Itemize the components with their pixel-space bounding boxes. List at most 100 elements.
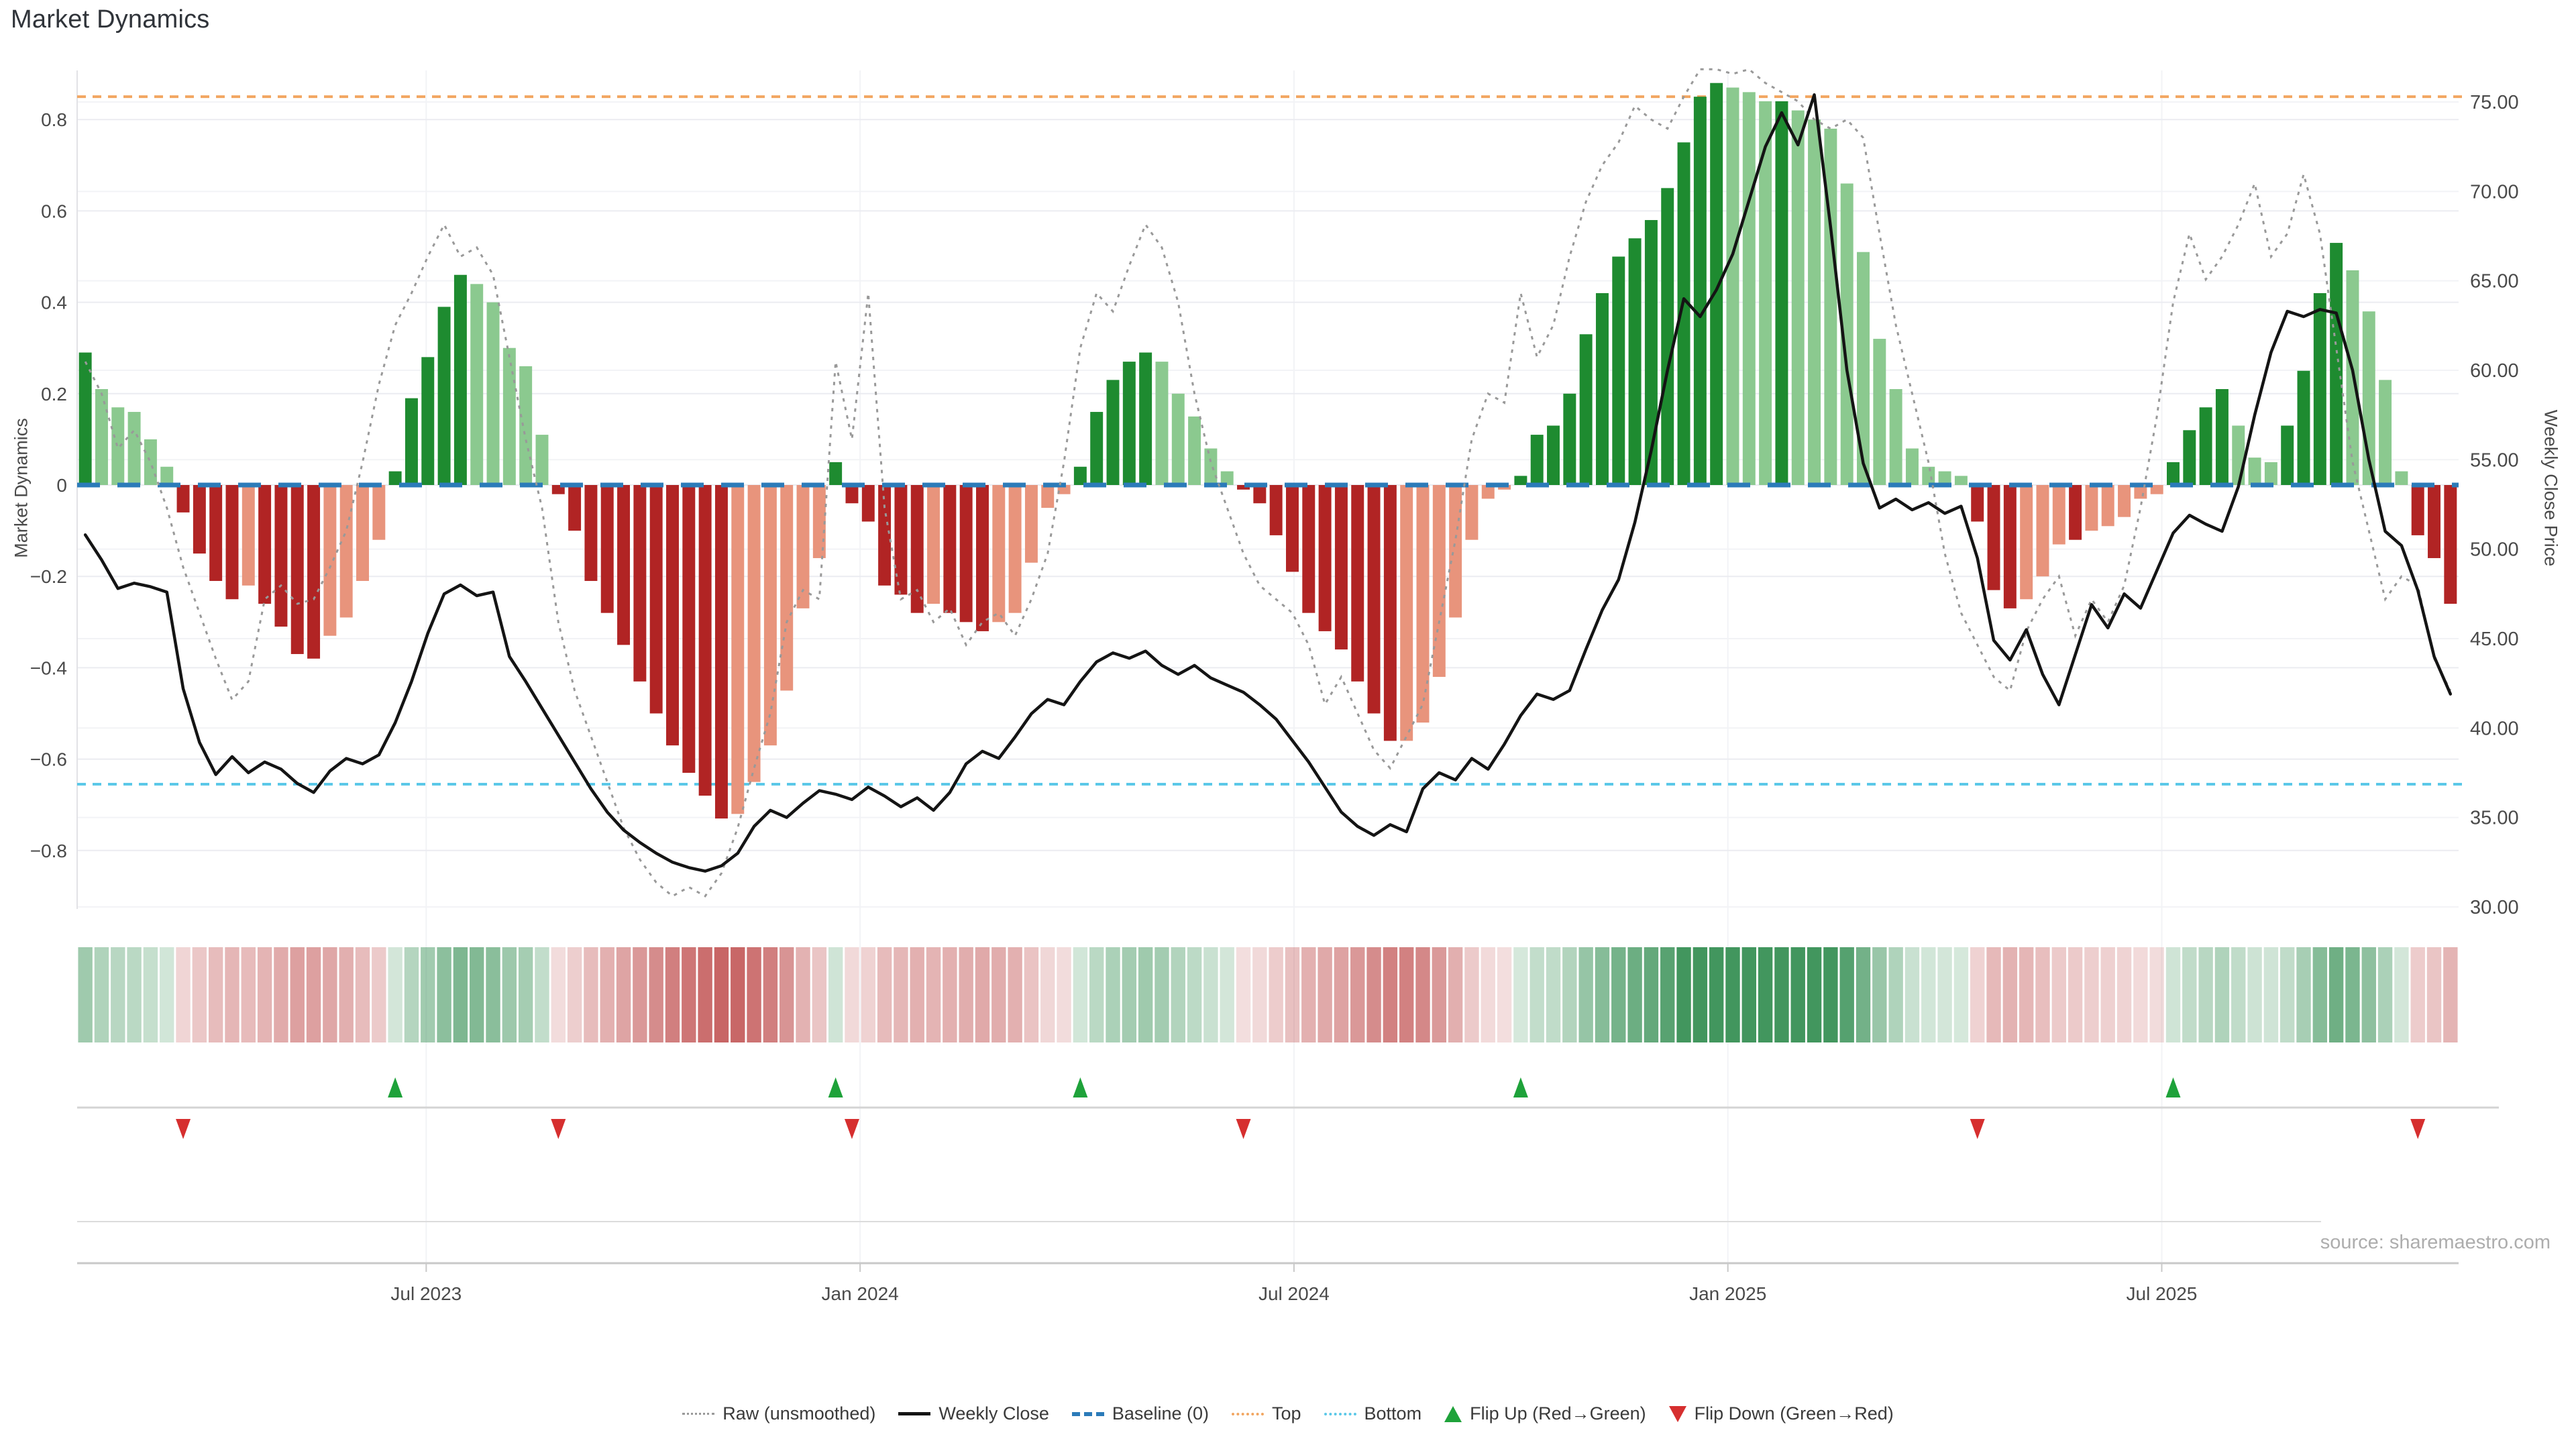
- osc-bar: [307, 485, 320, 659]
- heatmap-cell: [225, 947, 239, 1042]
- heatmap-cell: [2231, 947, 2245, 1042]
- heatmap-cell: [2345, 947, 2359, 1042]
- flip-down-marker: [176, 1119, 191, 1139]
- heatmap-cell: [1334, 947, 1348, 1042]
- flip-up-triangle-icon: [1444, 1406, 1462, 1422]
- heatmap-cell: [1383, 947, 1397, 1042]
- heatmap-cell: [356, 947, 370, 1042]
- osc-bar: [160, 467, 173, 485]
- heatmap-cell: [1399, 947, 1413, 1042]
- osc-bar: [2428, 485, 2440, 558]
- heatmap-cell: [258, 947, 272, 1042]
- heatmap-cell: [1481, 947, 1495, 1042]
- flip-down-marker: [551, 1119, 566, 1139]
- heatmap-cell: [1203, 947, 1218, 1042]
- right-tick-label: 30.00: [2470, 897, 2519, 918]
- heatmap-cell: [2427, 947, 2441, 1042]
- heatmap-cell: [535, 947, 549, 1042]
- heatmap-cell: [2149, 947, 2163, 1042]
- chart-legend: Raw (unsmoothed) Weekly Close Baseline (0)…: [0, 1403, 2576, 1424]
- osc-bar: [1319, 485, 1332, 631]
- heatmap-cell: [1954, 947, 1968, 1042]
- heatmap-cell: [845, 947, 859, 1042]
- osc-bar: [405, 398, 418, 485]
- heatmap-cell: [209, 947, 223, 1042]
- right-tick-label: 50.00: [2470, 539, 2519, 561]
- heatmap-cell: [160, 947, 174, 1042]
- heatmap-cell: [1464, 947, 1479, 1042]
- osc-bar: [1694, 97, 1707, 485]
- heatmap-cell: [421, 947, 435, 1042]
- osc-bar: [487, 303, 500, 485]
- heatmap-cell: [1138, 947, 1152, 1042]
- heatmap-cell: [1252, 947, 1267, 1042]
- heatmap-cell: [1856, 947, 1870, 1042]
- left-tick-label: 0.6: [41, 201, 67, 221]
- heatmap-cell: [1415, 947, 1430, 1042]
- heatmap-cell: [2101, 947, 2115, 1042]
- osc-bar: [1351, 485, 1364, 682]
- osc-bar: [454, 275, 467, 485]
- heatmap-cell: [698, 947, 712, 1042]
- raw-line-icon: [682, 1413, 714, 1415]
- heatmap-cell: [502, 947, 517, 1042]
- osc-bar: [2216, 389, 2229, 485]
- legend-item-baseline[interactable]: Baseline (0): [1072, 1403, 1209, 1424]
- osc-bar: [1465, 485, 1478, 540]
- heatmap-cell: [1888, 947, 1902, 1042]
- osc-bar: [1449, 485, 1462, 617]
- heatmap-cell: [111, 947, 125, 1042]
- heatmap-cell: [453, 947, 468, 1042]
- right-tick-label: 70.00: [2470, 181, 2519, 203]
- osc-bar: [1873, 339, 1886, 485]
- osc-bar: [601, 485, 614, 613]
- right-tick-label: 75.00: [2470, 92, 2519, 113]
- osc-bar: [894, 485, 907, 594]
- heatmap-cell: [2166, 947, 2180, 1042]
- legend-item-bottom[interactable]: Bottom: [1324, 1403, 1422, 1424]
- osc-bar: [1792, 111, 1805, 485]
- heatmap-cell: [1709, 947, 1723, 1042]
- legend-item-top[interactable]: Top: [1232, 1403, 1301, 1424]
- legend-item-flip_up[interactable]: Flip Up (Red→Green): [1444, 1403, 1646, 1424]
- heatmap-cell: [2264, 947, 2278, 1042]
- heatmap-cell: [1595, 947, 1609, 1042]
- heatmap-cell: [1627, 947, 1642, 1042]
- heatmap-cell: [975, 947, 989, 1042]
- x-tick-label: Jul 2024: [1258, 1283, 1330, 1304]
- x-tick-label: Jul 2023: [390, 1283, 462, 1304]
- legend-item-raw[interactable]: Raw (unsmoothed): [682, 1403, 875, 1424]
- heatmap-cell: [1986, 947, 2000, 1042]
- heatmap-cell: [519, 947, 533, 1042]
- heatmap-cell: [1676, 947, 1690, 1042]
- osc-bar: [1041, 485, 1054, 508]
- heatmap-cell: [1530, 947, 1544, 1042]
- heatmap-cell: [714, 947, 729, 1042]
- heatmap-cell: [763, 947, 777, 1042]
- legend-item-close[interactable]: Weekly Close: [898, 1403, 1049, 1424]
- heatmap-cell: [1089, 947, 1104, 1042]
- osc-bar: [633, 485, 646, 682]
- osc-bar: [2200, 407, 2212, 485]
- osc-bar: [1107, 380, 1120, 485]
- osc-bar: [2102, 485, 2114, 526]
- osc-bar: [568, 485, 581, 531]
- source-note: source: sharemaestro.com: [2320, 1232, 2551, 1254]
- heatmap-cell: [1008, 947, 1022, 1042]
- right-tick-label: 40.00: [2470, 718, 2519, 739]
- x-tick-label: Jul 2025: [2127, 1283, 2198, 1304]
- osc-bar: [1204, 449, 1217, 485]
- legend-item-flip_down[interactable]: Flip Down (Green→Red): [1669, 1403, 1894, 1424]
- heatmap-cell: [290, 947, 305, 1042]
- osc-bar: [1400, 485, 1413, 741]
- heatmap-cell: [2182, 947, 2196, 1042]
- osc-bar: [1547, 425, 1560, 485]
- osc-bar: [992, 485, 1005, 622]
- heatmap-cell: [1562, 947, 1576, 1042]
- left-tick-label: −0.6: [30, 749, 67, 770]
- osc-bar: [1074, 467, 1087, 485]
- osc-bar: [1123, 362, 1136, 485]
- osc-bar: [1253, 485, 1266, 503]
- heatmap-cell: [1774, 947, 1788, 1042]
- heatmap-cell: [1823, 947, 1837, 1042]
